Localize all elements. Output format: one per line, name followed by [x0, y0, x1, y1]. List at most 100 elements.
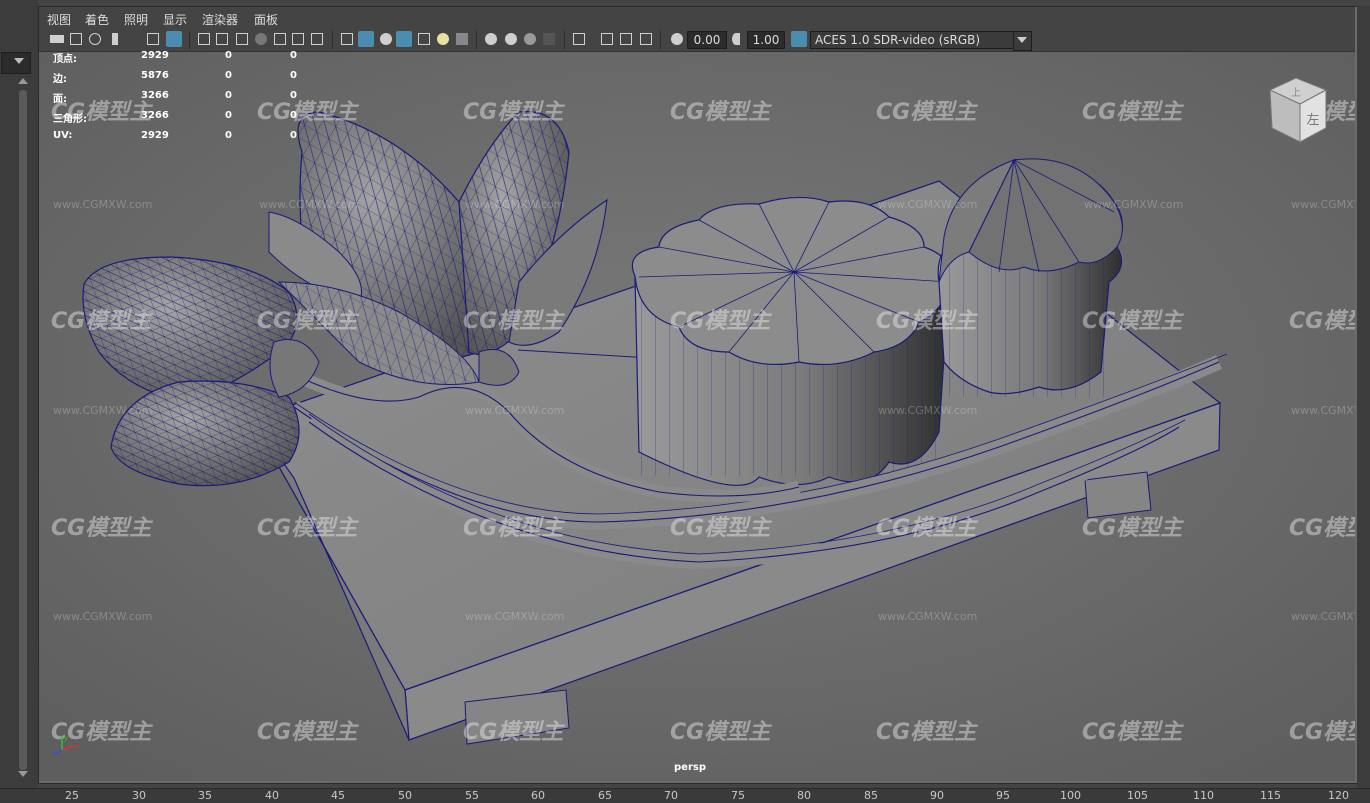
ruler-tick: 85 — [864, 789, 878, 802]
safe-title-icon[interactable] — [311, 33, 323, 45]
time-ruler[interactable]: 25 30 35 40 45 50 55 60 65 70 75 80 85 9… — [0, 788, 1370, 803]
menu-panels[interactable]: 面板 — [254, 11, 278, 28]
ruler-tick: 40 — [265, 789, 279, 802]
ruler-tick: 45 — [331, 789, 345, 802]
menu-view[interactable]: 视图 — [47, 11, 71, 28]
ruler-tick: 75 — [731, 789, 745, 802]
toolbar-separator — [332, 31, 333, 49]
hud-value: 0 — [225, 50, 232, 61]
film-gate-icon[interactable] — [216, 33, 228, 45]
xray-icon[interactable] — [418, 33, 430, 45]
hud-value: 0 — [225, 110, 232, 121]
watermark-logo: CG模型主 — [1082, 516, 1183, 541]
watermark-url: www.CGMXW.com — [53, 198, 153, 211]
hud-label: 顶点: — [53, 54, 77, 65]
hud-value: 0 — [225, 130, 232, 141]
hud-value: 0 — [290, 110, 297, 121]
field-chart-icon[interactable] — [274, 33, 286, 45]
chevron-down-icon[interactable] — [1017, 37, 1027, 43]
smooth-shade-icon[interactable] — [358, 31, 374, 47]
hud-value: 0 — [290, 50, 297, 61]
watermark-logo: CG模型主 — [1082, 309, 1183, 334]
screen-space-ao-icon[interactable] — [485, 33, 497, 45]
toolbar-separator — [189, 31, 190, 49]
hud-value: 5876 — [141, 70, 169, 81]
axis-x-label: x — [76, 742, 80, 750]
shadows-icon[interactable] — [456, 33, 468, 45]
chevron-down-icon[interactable] — [14, 58, 24, 64]
view-cube-left-label: 左 — [1306, 113, 1319, 128]
watermark-logo: CG模型主 — [670, 516, 771, 541]
use-default-material-icon[interactable] — [380, 33, 392, 45]
use-all-lights-icon[interactable] — [437, 33, 449, 45]
watermark-logo: CG模型主 — [1082, 100, 1183, 125]
watermark-url: www.CGMXW.com — [259, 198, 359, 211]
watermark-url: www.CGMXW.com — [53, 404, 153, 417]
resolution-gate-icon[interactable] — [236, 33, 248, 45]
hud-value: 0 — [290, 130, 297, 141]
scroll-down-icon[interactable] — [18, 771, 28, 777]
gate-mask-icon[interactable] — [255, 33, 267, 45]
isolate-select-icon[interactable] — [573, 33, 585, 45]
watermark-logo: CG模型主 — [1289, 516, 1355, 541]
ruler-tick: 70 — [664, 789, 678, 802]
safe-action-icon[interactable] — [292, 33, 304, 45]
scroll-up-icon[interactable] — [18, 78, 28, 84]
hud-value: 0 — [225, 90, 232, 101]
menu-lighting[interactable]: 照明 — [124, 11, 148, 28]
watermark-logo: CG模型主 — [1082, 720, 1183, 745]
ruler-tick: 50 — [398, 789, 412, 802]
ruler-tick: 90 — [930, 789, 944, 802]
watermark-logo: CG模型主 — [51, 516, 152, 541]
image-plane-icon[interactable] — [147, 33, 159, 45]
color-management-icon[interactable] — [791, 31, 807, 47]
watermark-url: www.CGMXW.com — [53, 610, 153, 623]
exposure-field[interactable]: 0.00 — [687, 31, 727, 49]
ruler-tick: 25 — [65, 789, 79, 802]
gamma-icon[interactable] — [732, 33, 740, 45]
exposure-icon[interactable] — [671, 33, 683, 45]
bookmark-camera-icon[interactable] — [89, 33, 101, 45]
axis-z-label: z — [52, 749, 56, 756]
watermark-url: www.CGMXW.com — [465, 610, 565, 623]
menu-show[interactable]: 显示 — [163, 11, 187, 28]
hud-value: 0 — [290, 70, 297, 81]
watermark-logo: CG模型主 — [670, 720, 771, 745]
grid-icon[interactable] — [198, 33, 210, 45]
watermark-logo: CG模型主 — [463, 720, 564, 745]
motion-blur-icon[interactable] — [505, 33, 517, 45]
grease-pencil-icon[interactable] — [166, 31, 182, 47]
menu-renderer[interactable]: 渲染器 — [202, 11, 238, 28]
left-scrollbar[interactable] — [19, 90, 27, 770]
wireframe-icon[interactable] — [341, 33, 353, 45]
3d-viewport[interactable]: CG模型主 CG模型主 CG模型主 CG模型主 CG模型主 CG模型主 CG模型… — [39, 52, 1355, 781]
view-cube-icon[interactable]: 上 左 — [1266, 76, 1330, 146]
ruler-tick: 95 — [996, 789, 1010, 802]
backface-culling-icon[interactable] — [640, 33, 652, 45]
gamma-field[interactable]: 1.00 — [747, 31, 785, 49]
ruler-tick: 100 — [1060, 789, 1081, 802]
menu-shading[interactable]: 着色 — [85, 11, 109, 28]
hud-label: UV: — [53, 130, 73, 141]
depth-of-field-icon[interactable] — [543, 33, 555, 45]
ruler-tick: 35 — [198, 789, 212, 802]
wireframe-on-shaded-icon[interactable] — [396, 31, 412, 47]
watermark-logo: CG模型主 — [670, 100, 771, 125]
watermark-url: www.CGMXW.com — [465, 404, 565, 417]
camera-attributes-icon[interactable] — [70, 33, 82, 45]
bookmark-icon[interactable] — [112, 33, 118, 45]
multisample-aa-icon[interactable] — [524, 33, 536, 45]
ruler-tick: 55 — [465, 789, 479, 802]
hud-label: 三角形: — [53, 114, 87, 125]
toolbar-separator — [660, 31, 661, 49]
xray-active-icon[interactable] — [620, 33, 632, 45]
select-camera-icon[interactable] — [50, 35, 64, 43]
hud-value: 3266 — [141, 90, 169, 101]
view-cube[interactable]: 上 左 — [1266, 76, 1330, 150]
xray-joints-icon[interactable] — [601, 33, 613, 45]
hud-value: 0 — [225, 70, 232, 81]
color-space-dropdown[interactable]: ACES 1.0 SDR-video (sRGB) — [810, 31, 1018, 49]
axis-gizmo-icon: x y z — [52, 734, 80, 757]
view-cube-top-label: 上 — [1291, 87, 1301, 99]
axis-y-label: y — [64, 734, 68, 742]
